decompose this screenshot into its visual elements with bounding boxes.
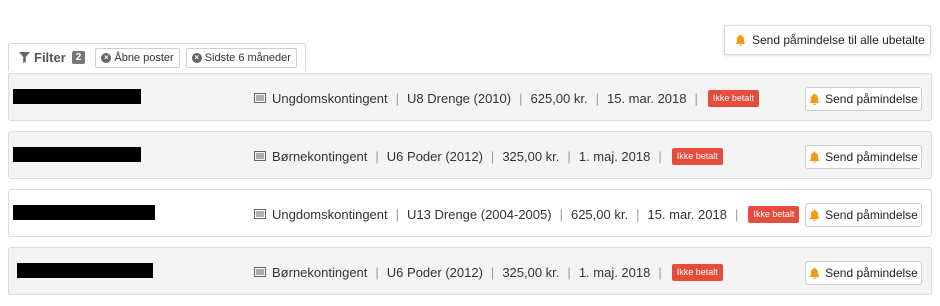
fee-type: Ungdomskontingent (272, 206, 388, 222)
redacted-name (13, 147, 141, 162)
bell-icon (810, 93, 820, 105)
send-all-reminders-button[interactable]: Send påmindelse til alle ubetalte (724, 25, 931, 55)
filter-toggle[interactable]: Filter 2 (19, 50, 89, 65)
redacted-name (17, 263, 153, 278)
send-reminder-label: Send påmindelse (825, 266, 918, 280)
document-icon (254, 93, 266, 103)
redacted-name (13, 205, 155, 220)
redacted-name (13, 89, 141, 104)
amount: 625,00 kr. (530, 90, 588, 106)
payment-details: Børnekontingent | U6 Poder (2012) | 325,… (254, 248, 723, 296)
payment-details: Ungdomskontingent | U8 Drenge (2010) | 6… (254, 74, 759, 122)
remove-circle-icon[interactable]: × (101, 52, 112, 63)
team: U8 Drenge (2010) (407, 90, 512, 106)
payment-details: Ungdomskontingent | U13 Drenge (2004-200… (254, 190, 800, 238)
fee-type: Børnekontingent (272, 148, 368, 164)
send-reminder-button[interactable]: Send påmindelse (805, 87, 922, 111)
send-reminder-label: Send påmindelse (825, 208, 918, 222)
filter-label: Filter (34, 50, 66, 65)
status-badge: Ikke betalt (707, 89, 759, 107)
document-icon (254, 267, 266, 277)
amount: 325,00 kr. (502, 148, 560, 164)
status-badge: Ikke betalt (671, 263, 723, 281)
team: U6 Poder (2012) (386, 264, 483, 280)
team: U13 Drenge (2004-2005) (407, 206, 552, 222)
send-reminder-button[interactable]: Send påmindelse (805, 261, 922, 285)
payment-row: Børnekontingent | U6 Poder (2012) | 325,… (8, 247, 932, 295)
send-all-reminders-label: Send påmindelse til alle ubetalte (752, 33, 925, 47)
send-reminder-button[interactable]: Send påmindelse (805, 145, 922, 169)
amount: 625,00 kr. (570, 206, 629, 222)
payment-details: Børnekontingent | U6 Poder (2012) | 325,… (254, 132, 723, 180)
fee-type: Ungdomskontingent (272, 90, 388, 106)
due-date: 1. maj. 2018 (578, 264, 651, 280)
filter-count-badge: 2 (71, 51, 86, 64)
document-icon (254, 209, 266, 219)
filter-bar: Filter 2 × Åbne poster × Sidste 6 månede… (8, 43, 306, 71)
fee-type: Børnekontingent (272, 264, 368, 280)
bell-icon (810, 267, 820, 279)
filter-chip-last-6-months[interactable]: × Sidste 6 måneder (185, 47, 297, 68)
filter-icon (19, 52, 30, 63)
filter-chip-label: Åbne poster (114, 51, 174, 64)
payment-row: Børnekontingent | U6 Poder (2012) | 325,… (8, 131, 932, 179)
send-reminder-button[interactable]: Send påmindelse (805, 203, 922, 227)
bell-icon (735, 34, 746, 46)
amount: 325,00 kr. (502, 264, 560, 280)
status-badge: Ikke betalt (671, 147, 723, 165)
status-badge: Ikke betalt (748, 205, 800, 223)
due-date: 1. maj. 2018 (578, 148, 651, 164)
filter-chip-label: Sidste 6 måneder (204, 51, 291, 64)
send-reminder-label: Send påmindelse (825, 92, 918, 106)
payment-row: Ungdomskontingent | U8 Drenge (2010) | 6… (8, 73, 932, 121)
send-reminder-label: Send påmindelse (825, 150, 918, 164)
bell-icon (810, 209, 820, 221)
document-icon (254, 151, 266, 161)
payment-row: Ungdomskontingent | U13 Drenge (2004-200… (8, 189, 932, 237)
team: U6 Poder (2012) (386, 148, 483, 164)
remove-circle-icon[interactable]: × (191, 52, 202, 63)
filter-chip-open-items[interactable]: × Åbne poster (95, 47, 180, 68)
due-date: 15. mar. 2018 (606, 90, 687, 106)
due-date: 15. mar. 2018 (647, 206, 727, 222)
bell-icon (810, 151, 820, 163)
